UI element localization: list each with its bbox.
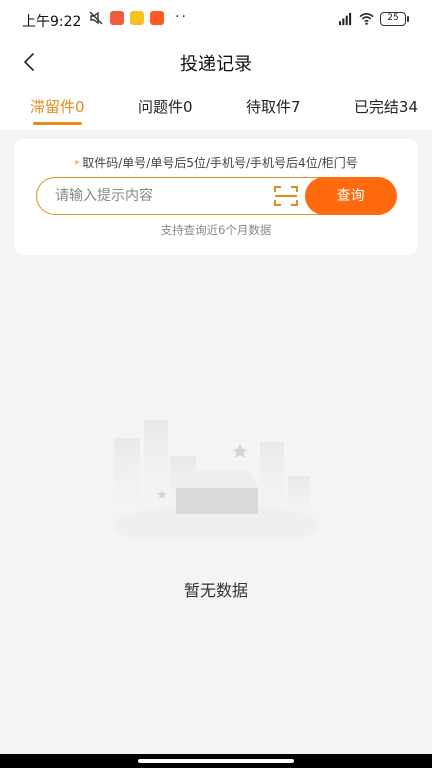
empty-box-icon [112,420,320,540]
battery-icon: 25 [380,11,409,26]
nav-header: 投递记录 [0,40,432,84]
wifi-icon [359,13,374,25]
app-icon-meituan [130,11,144,25]
status-notification-icons [88,10,164,26]
tab-problem[interactable]: 问题件0 [138,84,193,130]
search-box: 查询 [36,176,397,215]
status-system-icons: 25 [338,11,409,26]
status-time: 上午9:22 [22,14,82,30]
home-indicator[interactable] [138,759,294,763]
status-tabs: 滞留件0 问题件0 待取件7 已完结34 [0,84,432,130]
search-hint-text: 取件码/单号/单号后5位/手机号/手机号后4位/柜门号 [82,156,358,170]
status-bar: 上午9:22 ·· 25 [0,0,432,40]
query-button[interactable]: 查询 [304,176,397,215]
tab-stranded[interactable]: 滞留件0 [30,84,85,130]
hint-marker: * [74,159,80,170]
search-card: *取件码/单号/单号后5位/手机号/手机号后4位/柜门号 查询 支持查询近6个月… [14,139,418,255]
search-input[interactable] [55,184,255,208]
tab-completed[interactable]: 已完结34 [354,84,418,130]
mute-icon [89,11,103,25]
tab-to-pickup[interactable]: 待取件7 [246,84,301,130]
support-note: 支持查询近6个月数据 [160,223,272,237]
app-icon-orange [150,11,164,25]
app-icon-red [110,11,124,25]
status-more-dots: ·· [175,9,188,25]
signal-icon [338,12,352,26]
search-hint: * 取件码/单号/单号后5位/手机号/手机号后4位/柜门号 [14,154,418,171]
scan-icon[interactable] [273,184,299,208]
empty-state-text: 暂无数据 [183,581,248,600]
system-nav-bar [0,754,432,768]
page-title: 投递记录 [180,54,252,75]
